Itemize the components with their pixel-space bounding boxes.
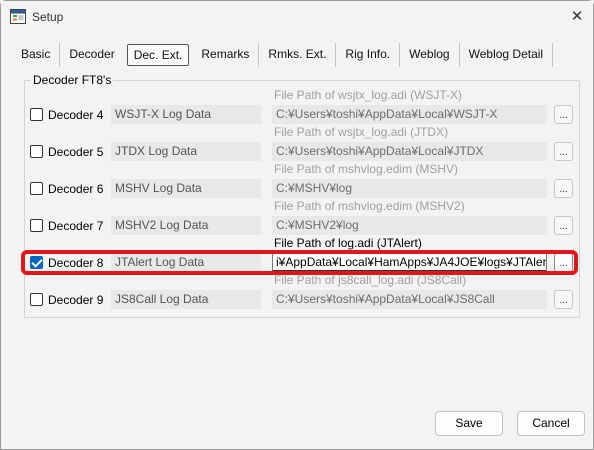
decoder-label: Decoder 9 [48,293,104,307]
highlight-annotation-box [21,250,578,275]
decoder-enable-checkbox[interactable] [30,293,43,306]
log-data-label: JS8Call Log Data [111,290,261,309]
decoder-enable-checkbox[interactable] [30,182,43,195]
decoder-label: Decoder 4 [48,108,104,122]
group-title: Decoder FT8's [31,73,114,87]
tab-remarks[interactable]: Remarks [192,43,258,67]
file-path-caption: File Path of log.adi (JTAlert) [274,236,422,250]
log-data-label: MSHV Log Data [111,179,261,198]
tab-basic[interactable]: Basic [17,43,59,67]
browse-button[interactable]: ... [554,216,573,235]
file-path-caption: File Path of mshvlog.edim (MSHV) [274,162,459,176]
file-path-field: C:¥Users¥toshi¥AppData¥Local¥JTDX [272,142,547,161]
browse-button[interactable]: ... [554,290,573,309]
file-path-caption: File Path of wsjtx_log.adi (WSJT-X) [274,88,463,102]
log-data-label: JTDX Log Data [111,142,261,161]
title-bar[interactable]: Setup ✕ [1,1,593,33]
browse-button[interactable]: ... [554,105,573,124]
tab-rig-info[interactable]: Rig Info. [335,43,399,67]
file-path-field: C:¥MSHV¥log [272,179,547,198]
tab-weblog-detail[interactable]: Weblog Detail [458,43,554,67]
tab-weblog[interactable]: Weblog [399,43,458,67]
decoder-label: Decoder 7 [48,219,104,233]
file-path-field: C:¥MSHV2¥log [272,216,547,235]
decoder-enable-checkbox[interactable] [30,145,43,158]
cancel-button[interactable]: Cancel [517,411,585,436]
tab-rmks-ext[interactable]: Rmks. Ext. [258,43,335,67]
file-path-caption: File Path of wsjtx_log.adi (JTDX) [274,125,449,139]
log-data-label: WSJT-X Log Data [111,105,261,124]
decoder-enable-checkbox[interactable] [30,219,43,232]
decoder-row: Decoder 9 JS8Call Log Data File Path of js… [1,273,594,322]
decoder-label: Decoder 6 [48,182,104,196]
setup-window: Setup ✕ Basic Decoder Dec. Ext. Remarks Rmks… [0,0,594,450]
file-path-field: C:¥Users¥toshi¥AppData¥Local¥WSJT-X [272,105,547,124]
file-path-caption: File Path of mshvlog.edim (MSHV2) [274,199,465,213]
save-button[interactable]: Save [435,411,503,436]
file-path-caption: File Path of js8call_log.adi (JS8Call) [274,273,467,287]
settings-window-icon [10,9,26,24]
tab-strip: Basic Decoder Dec. Ext. Remarks Rmks. Ext. Ri… [17,43,554,67]
tab-dec-ext[interactable]: Dec. Ext. [126,44,190,66]
browse-button[interactable]: ... [554,179,573,198]
window-title: Setup [32,10,64,24]
browse-button[interactable]: ... [554,142,573,161]
decoder-label: Decoder 5 [48,145,104,159]
tab-decoder[interactable]: Decoder [59,43,123,67]
close-icon[interactable]: ✕ [563,5,591,29]
log-data-label: MSHV2 Log Data [111,216,261,235]
file-path-field: C:¥Users¥toshi¥AppData¥Local¥JS8Call [272,290,547,309]
decoder-enable-checkbox[interactable] [30,108,43,121]
